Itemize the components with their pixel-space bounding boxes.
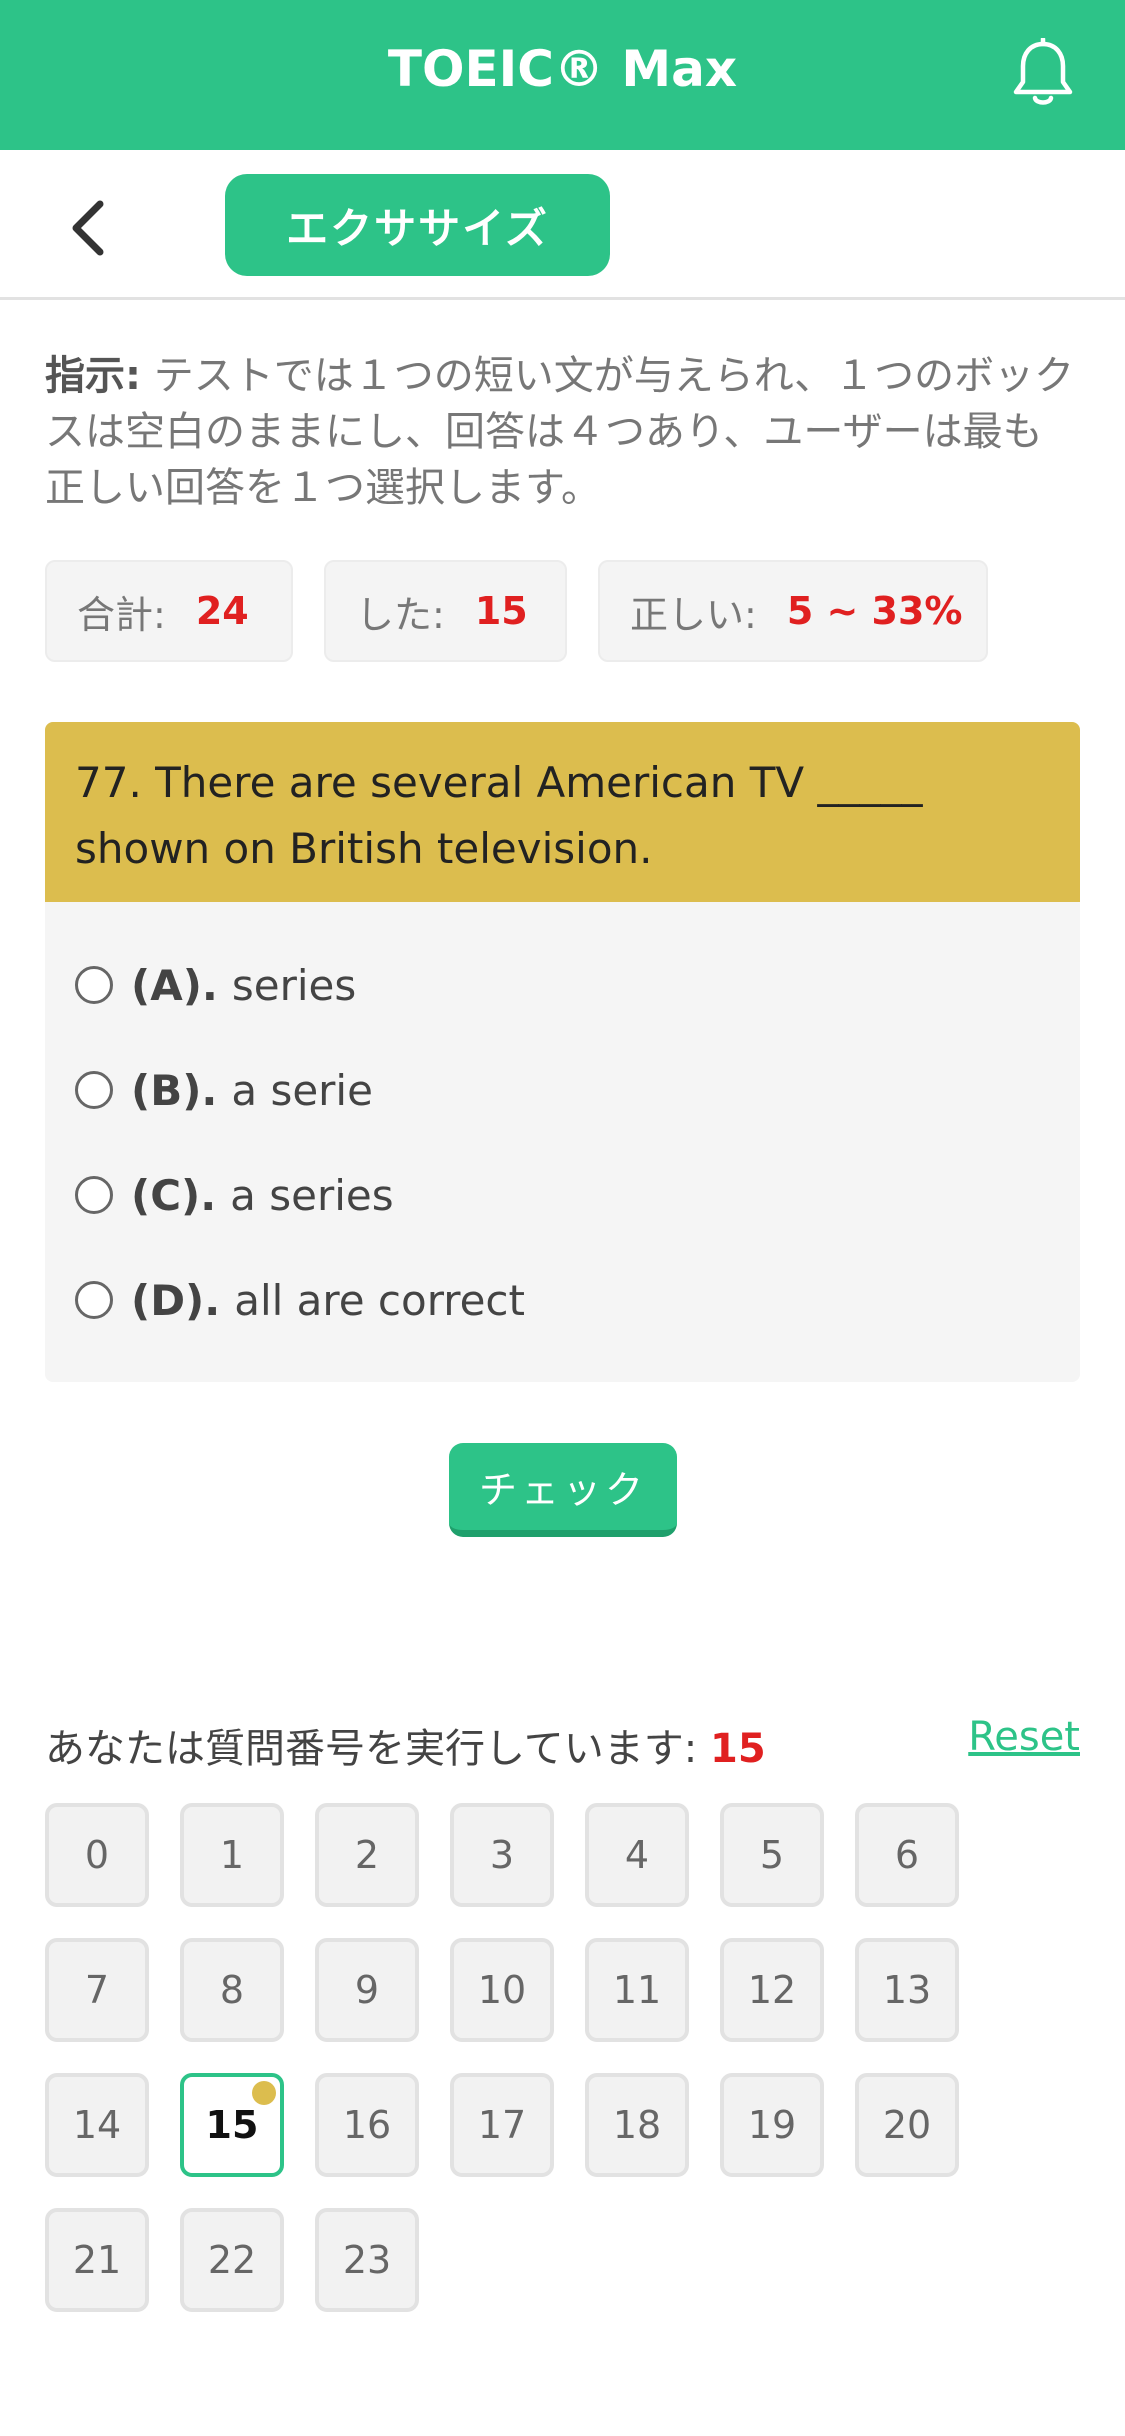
instructions: 指示: テストでは１つの短い文が与えられ、１つのボックスは空白のままにし、回答は… — [45, 348, 1075, 516]
option-letter: (A). — [131, 960, 218, 1010]
app-header: TOEIC® Max — [0, 0, 1125, 150]
stat-total: 合計: 24 — [45, 560, 293, 662]
stat-label: 正しい: — [630, 592, 757, 637]
question-number-button[interactable]: 1 — [180, 1803, 284, 1907]
question-number-button[interactable]: 21 — [45, 2208, 149, 2312]
current-question-button[interactable]: 15 — [180, 2073, 284, 2177]
question-number-button[interactable]: 22 — [180, 2208, 284, 2312]
current-indicator-dot — [252, 2081, 276, 2105]
question-number-button[interactable]: 7 — [45, 1938, 149, 2042]
question-number-button[interactable]: 0 — [45, 1803, 149, 1907]
option-letter: (B). — [131, 1065, 218, 1115]
question-number-button[interactable]: 9 — [315, 1938, 419, 2042]
question-number-button[interactable]: 5 — [720, 1803, 824, 1907]
question-number-button[interactable]: 18 — [585, 2073, 689, 2177]
question-number-button[interactable]: 3 — [450, 1803, 554, 1907]
stat-value: 24 — [195, 589, 249, 633]
question-number-button[interactable]: 19 — [720, 2073, 824, 2177]
radio-button[interactable] — [75, 1071, 113, 1109]
progress-text: あなたは質問番号を実行しています: — [45, 1726, 710, 1772]
question-number-button[interactable]: 8 — [180, 1938, 284, 2042]
reset-link[interactable]: Reset — [968, 1714, 1080, 1760]
question-number-button[interactable]: 20 — [855, 2073, 959, 2177]
question-number-button[interactable]: 14 — [45, 2073, 149, 2177]
question-number-label: 15 — [205, 2103, 259, 2147]
stat-label: 合計: — [77, 592, 166, 637]
bell-icon[interactable] — [1011, 36, 1075, 110]
option-text: a serie — [231, 1065, 373, 1115]
option-letter: (C). — [131, 1170, 217, 1220]
question-number-button[interactable]: 16 — [315, 2073, 419, 2177]
question-number-button[interactable]: 17 — [450, 2073, 554, 2177]
current-question-number: 15 — [710, 1726, 766, 1772]
question-text: 77. There are several American TV _____ … — [45, 722, 1080, 902]
stat-label: した: — [356, 592, 445, 637]
stat-value: 5 ~ 33% — [786, 589, 963, 633]
question-number-button[interactable]: 6 — [855, 1803, 959, 1907]
progress-label: あなたは質問番号を実行しています: 15 — [45, 1716, 766, 1774]
question-number-button[interactable]: 13 — [855, 1938, 959, 2042]
radio-button[interactable] — [75, 1176, 113, 1214]
question-number-button[interactable]: 2 — [315, 1803, 419, 1907]
radio-button[interactable] — [75, 1281, 113, 1319]
question-number-button[interactable]: 23 — [315, 2208, 419, 2312]
sub-navigation: エクササイズ — [0, 150, 1125, 300]
stat-done: した: 15 — [324, 560, 567, 662]
option-a[interactable]: (A). series — [75, 955, 356, 1015]
stat-correct: 正しい: 5 ~ 33% — [598, 560, 988, 662]
option-text: all are correct — [234, 1275, 525, 1325]
question-number-button[interactable]: 11 — [585, 1938, 689, 2042]
question-number-button[interactable]: 10 — [450, 1938, 554, 2042]
option-c[interactable]: (C). a series — [75, 1165, 394, 1225]
stat-value: 15 — [474, 589, 528, 633]
instructions-label: 指示: — [45, 353, 141, 399]
app-title: TOEIC® Max — [387, 40, 738, 98]
check-button[interactable]: チェック — [449, 1443, 677, 1537]
option-d[interactable]: (D). all are correct — [75, 1270, 525, 1330]
question-number-button[interactable]: 12 — [720, 1938, 824, 2042]
question-card: 77. There are several American TV _____ … — [45, 722, 1080, 1382]
option-text: a series — [230, 1170, 394, 1220]
option-text: series — [231, 960, 357, 1010]
radio-button[interactable] — [75, 966, 113, 1004]
question-number-button[interactable]: 4 — [585, 1803, 689, 1907]
chevron-left-icon[interactable] — [62, 198, 118, 258]
option-b[interactable]: (B). a serie — [75, 1060, 373, 1120]
option-letter: (D). — [131, 1275, 221, 1325]
tab-exercise[interactable]: エクササイズ — [225, 174, 610, 276]
instructions-text: テストでは１つの短い文が与えられ、１つのボックスは空白のままにし、回答は４つあり… — [45, 353, 1075, 511]
